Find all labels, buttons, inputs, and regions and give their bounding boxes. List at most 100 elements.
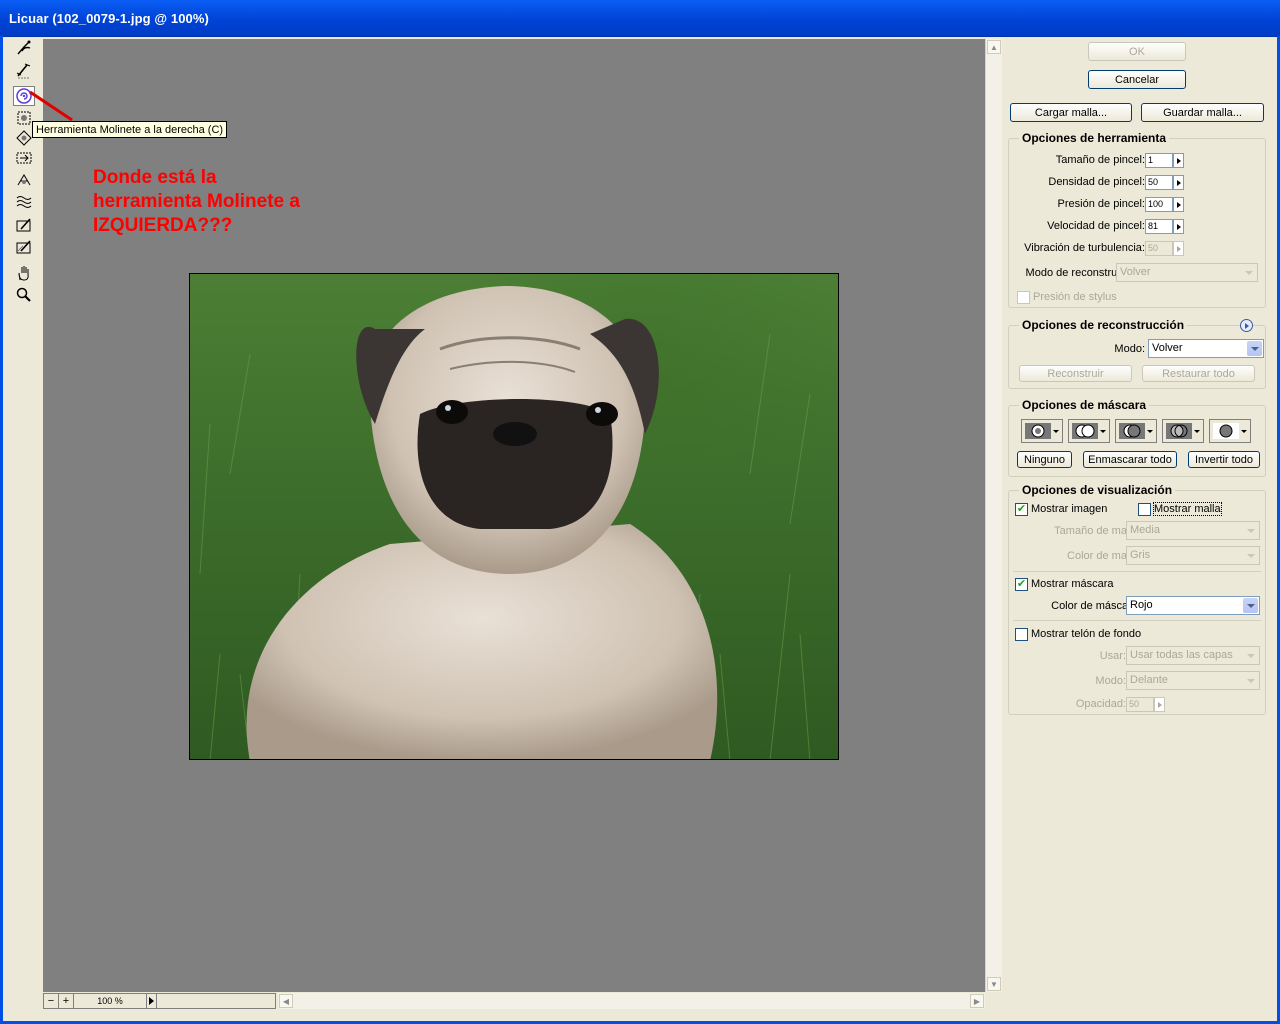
- window-titlebar[interactable]: Licuar (102_0079-1.jpg @ 100%): [0, 0, 1280, 37]
- brush-rate-field[interactable]: 81: [1145, 219, 1173, 234]
- pug-illustration: [199, 286, 811, 759]
- tool-hand[interactable]: [13, 263, 35, 283]
- zoom-in-button[interactable]: +: [59, 994, 74, 1008]
- tool-warp[interactable]: [13, 38, 35, 58]
- mask-color-select[interactable]: Rojo: [1126, 596, 1260, 615]
- turbulence-icon: [16, 196, 32, 208]
- backdrop-mode-value: Delante: [1130, 674, 1168, 686]
- mask-mode-buttons: [1021, 419, 1261, 443]
- brush-size-field[interactable]: 1: [1145, 153, 1173, 168]
- zoom-menu-button[interactable]: [146, 994, 157, 1008]
- pug-photo[interactable]: [189, 273, 839, 760]
- brush-size-slider-button[interactable]: [1173, 153, 1184, 168]
- mesh-color-select[interactable]: Gris: [1126, 546, 1260, 565]
- brush-density-label: Densidad de pincel:: [1048, 176, 1145, 188]
- save-mesh-button[interactable]: Guardar malla...: [1141, 103, 1264, 122]
- reflection-icon: [17, 174, 31, 186]
- right-arrow-icon: [1176, 157, 1181, 164]
- separator: [1013, 571, 1261, 572]
- mask-options-title: Opciones de máscara: [1019, 398, 1150, 412]
- turbulent-jitter-field[interactable]: 50: [1145, 241, 1173, 256]
- dropdown-arrow-icon: [1243, 548, 1258, 563]
- bloat-icon: [16, 130, 32, 146]
- right-arrow-icon: [1176, 179, 1181, 186]
- reconstruct-mode-select-2[interactable]: Volver: [1148, 339, 1264, 358]
- tool-reflection[interactable]: [13, 170, 35, 190]
- mask-invert-icon: [1213, 423, 1239, 439]
- reconstruct-options-menu-button[interactable]: [1240, 319, 1253, 332]
- right-arrow-icon: [1176, 223, 1181, 230]
- load-mesh-button[interactable]: Cargar malla...: [1010, 103, 1132, 122]
- brush-rate-label: Velocidad de pincel:: [1047, 220, 1145, 232]
- shift-pixels-icon: [16, 152, 32, 164]
- tool-shift-pixels[interactable]: [13, 148, 35, 168]
- use-value: Usar todas las capas: [1130, 649, 1233, 661]
- mask-replace-button[interactable]: [1021, 419, 1063, 443]
- window-title: Licuar (102_0079-1.jpg @ 100%): [9, 11, 209, 26]
- zoom-control: − + 100 %: [43, 993, 276, 1009]
- show-mesh-checkbox[interactable]: [1138, 503, 1151, 516]
- brush-density-field[interactable]: 50: [1145, 175, 1173, 190]
- restore-all-button[interactable]: Restaurar todo: [1142, 365, 1255, 382]
- reconstruct-options-title: Opciones de reconstrucción: [1019, 318, 1188, 332]
- tool-turbulence[interactable]: [13, 191, 35, 211]
- brush-rate-slider-button[interactable]: [1173, 219, 1184, 234]
- mask-all-button[interactable]: Enmascarar todo: [1083, 451, 1177, 468]
- right-arrow-icon: [1176, 201, 1181, 208]
- invert-all-button[interactable]: Invertir todo: [1188, 451, 1260, 468]
- mask-intersect-icon: [1166, 423, 1192, 439]
- tool-thaw-mask[interactable]: [13, 237, 35, 257]
- scroll-up-button[interactable]: ▲: [987, 40, 1001, 54]
- reconstruct-options-group: Opciones de reconstrucción Modo: Volver …: [1008, 318, 1266, 389]
- zoom-value[interactable]: 100 %: [74, 994, 147, 1008]
- show-image-checkbox[interactable]: ✔: [1015, 503, 1028, 516]
- mask-invert-button[interactable]: [1209, 419, 1251, 443]
- use-select[interactable]: Usar todas las capas: [1126, 646, 1260, 665]
- mask-subtract-button[interactable]: [1115, 419, 1157, 443]
- opacity-label: Opacidad:: [1075, 698, 1126, 710]
- scroll-left-button[interactable]: ◀: [279, 994, 293, 1008]
- dropdown-arrow-icon: [1243, 673, 1258, 688]
- dropdown-arrow-icon: [1243, 598, 1258, 613]
- mask-add-button[interactable]: [1068, 419, 1110, 443]
- mask-add-icon: [1072, 423, 1098, 439]
- opacity-slider-button[interactable]: [1154, 697, 1165, 712]
- horizontal-scrollbar[interactable]: ◀ ▶: [278, 993, 985, 1009]
- tool-freeze-mask[interactable]: [13, 215, 35, 235]
- separator: [1013, 620, 1261, 621]
- scroll-right-button[interactable]: ▶: [970, 994, 984, 1008]
- reconstruct-mode-select[interactable]: Volver: [1116, 263, 1258, 282]
- show-backdrop-checkbox[interactable]: [1015, 628, 1028, 641]
- right-arrow-icon: [1176, 245, 1181, 252]
- show-mask-checkbox[interactable]: ✔: [1015, 578, 1028, 591]
- mask-none-button[interactable]: Ninguno: [1017, 451, 1072, 468]
- mask-intersect-button[interactable]: [1162, 419, 1204, 443]
- reconstruct-mode-label-2: Modo:: [1114, 343, 1145, 355]
- brush-pressure-field[interactable]: 100: [1145, 197, 1173, 212]
- brush-size-label: Tamaño de pincel:: [1055, 154, 1145, 166]
- annotation-text: Donde está la herramienta Molinete a IZQ…: [93, 167, 300, 236]
- brush-density-slider-button[interactable]: [1173, 175, 1184, 190]
- stylus-pressure-checkbox[interactable]: [1017, 291, 1030, 304]
- vertical-scrollbar[interactable]: ▲ ▼: [985, 39, 1002, 992]
- opacity-field[interactable]: 50: [1126, 697, 1154, 712]
- reconstruct-button[interactable]: Reconstruir: [1019, 365, 1132, 382]
- show-mesh-label: Mostrar malla: [1153, 502, 1222, 516]
- use-label: Usar:: [1099, 650, 1126, 662]
- backdrop-mode-select[interactable]: Delante: [1126, 671, 1260, 690]
- ok-button[interactable]: OK: [1088, 42, 1186, 61]
- mask-replace-icon: [1025, 423, 1051, 439]
- zoom-out-button[interactable]: −: [44, 994, 59, 1008]
- backdrop-mode-label: Modo:: [1095, 675, 1126, 687]
- turbulent-jitter-label: Vibración de turbulencia:: [1024, 242, 1145, 254]
- options-panel: OK Cancelar Cargar malla... Guardar mall…: [1004, 38, 1274, 1020]
- tool-zoom[interactable]: [13, 285, 35, 305]
- mesh-size-select[interactable]: Media: [1126, 521, 1260, 540]
- tool-reconstruct[interactable]: [13, 60, 35, 80]
- scroll-down-button[interactable]: ▼: [987, 977, 1001, 991]
- warp-icon: [17, 40, 31, 55]
- turbulent-jitter-slider-button[interactable]: [1173, 241, 1184, 256]
- cancel-button[interactable]: Cancelar: [1088, 70, 1186, 89]
- dropdown-arrow-icon: [1247, 341, 1262, 356]
- brush-pressure-slider-button[interactable]: [1173, 197, 1184, 212]
